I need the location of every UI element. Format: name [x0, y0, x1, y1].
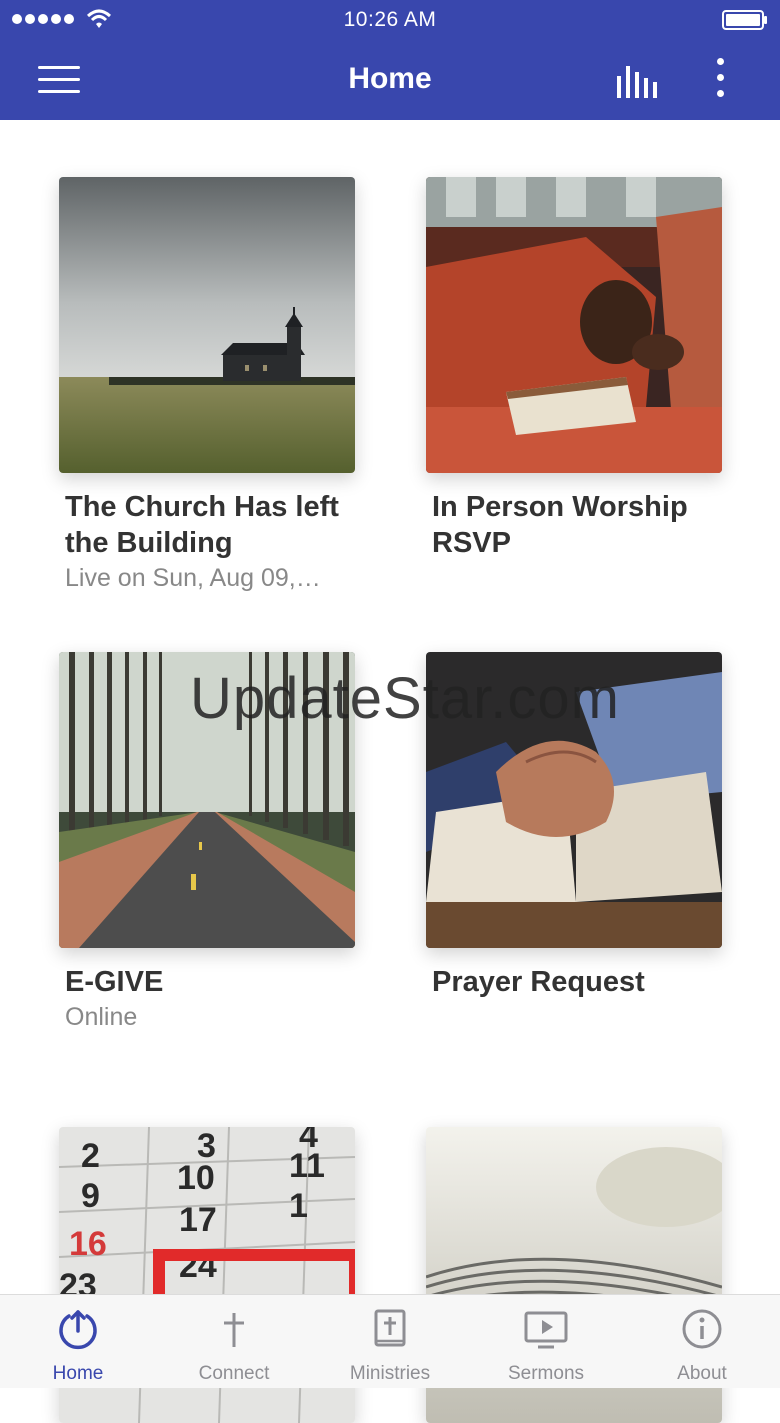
praying-man-photo [426, 177, 722, 473]
more-options-icon[interactable] [708, 58, 732, 102]
svg-text:17: 17 [179, 1201, 217, 1239]
home-power-icon [59, 1310, 97, 1350]
tile-subtitle: Live on Sun, Aug 09,… [65, 564, 321, 592]
tile-title: E-GIVE [65, 966, 164, 998]
tab-label: Connect [198, 1363, 270, 1384]
tile-e-give[interactable]: E-GIVE Online [59, 652, 355, 1034]
tab-connect[interactable]: Connect [156, 1295, 312, 1388]
tile-church-left-building[interactable]: The Church Has left the Building Live on… [59, 177, 355, 595]
tab-about[interactable]: About [624, 1295, 780, 1388]
status-bar: 10:26 AM [0, 0, 780, 40]
bible-icon [374, 1309, 406, 1347]
tab-label: Sermons [507, 1363, 585, 1384]
forest-road-photo [59, 652, 355, 948]
battery-icon [722, 10, 767, 30]
tab-label: Ministries [349, 1363, 431, 1384]
svg-text:1: 1 [289, 1187, 308, 1225]
praying-hands-bible-photo [426, 652, 722, 948]
cross-icon [224, 1313, 244, 1347]
tab-label: About [677, 1363, 727, 1384]
bottom-tab-bar: Home Connect Ministries Sermons About [0, 1294, 780, 1388]
svg-text:11: 11 [289, 1147, 325, 1185]
tile-in-person-worship-rsvp[interactable]: In Person Worship RSVP [426, 177, 722, 561]
tv-play-icon [524, 1311, 568, 1349]
tab-sermons[interactable]: Sermons [468, 1295, 624, 1388]
tile-title: In Person Worship RSVP [432, 491, 688, 559]
tab-home[interactable]: Home [0, 1295, 156, 1388]
church-photo [59, 177, 355, 473]
status-time: 10:26 AM [343, 8, 437, 31]
tab-label: Home [52, 1363, 104, 1384]
app-header: 10:26 AM Home [0, 0, 780, 120]
info-icon [682, 1309, 722, 1349]
svg-text:16: 16 [69, 1225, 107, 1263]
tile-title: The Church Has left the Building [65, 491, 339, 559]
audio-bars-icon[interactable] [614, 62, 662, 98]
tile-prayer-request[interactable]: Prayer Request [426, 652, 722, 1000]
tile-subtitle: Online [65, 1003, 138, 1031]
svg-text:9: 9 [81, 1177, 100, 1215]
page-title: Home [348, 62, 432, 95]
svg-text:10: 10 [177, 1159, 215, 1197]
svg-text:2: 2 [81, 1137, 100, 1175]
tab-ministries[interactable]: Ministries [312, 1295, 468, 1388]
tile-title: Prayer Request [432, 966, 645, 998]
app-bar: Home [0, 40, 780, 120]
